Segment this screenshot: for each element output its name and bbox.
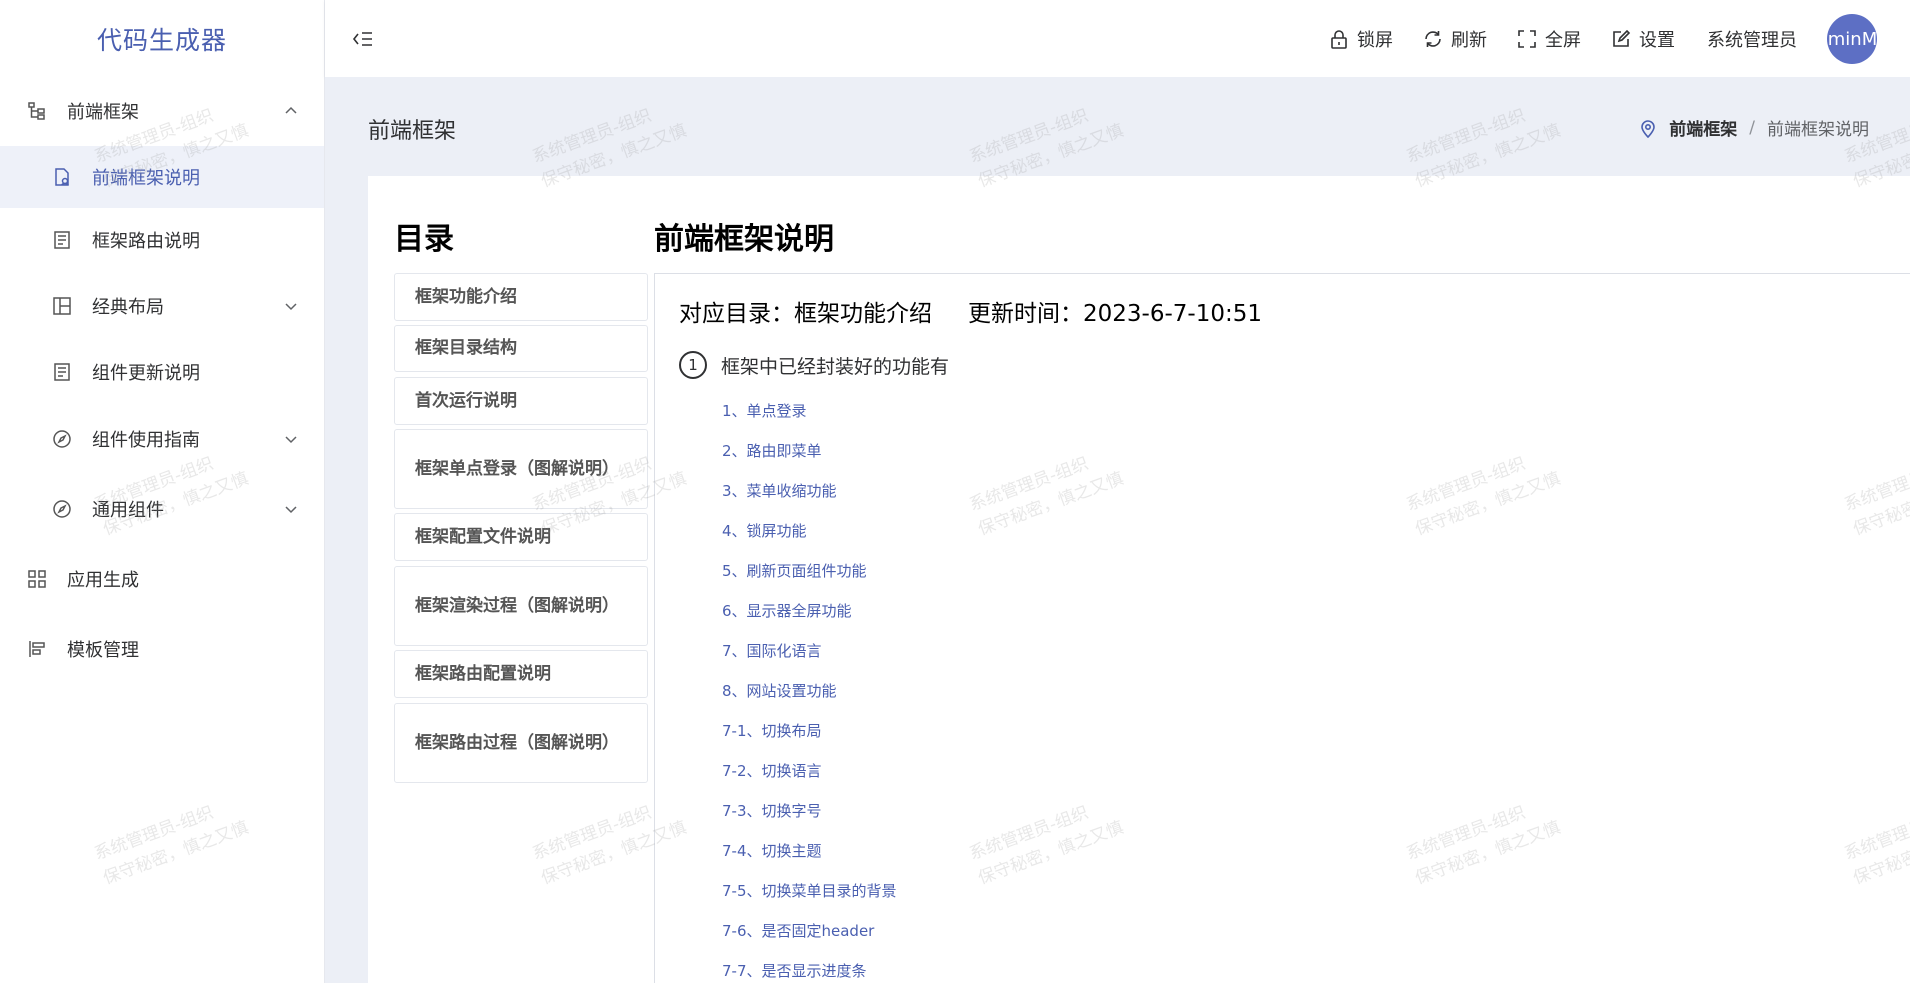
doc-title: 前端框架说明 bbox=[654, 222, 834, 257]
breadcrumb-item-current: 前端框架说明 bbox=[1767, 120, 1869, 140]
sidebar-item-app-generation[interactable]: 应用生成 bbox=[0, 548, 324, 610]
compass-icon bbox=[51, 498, 73, 520]
sidebar-item-label: 前端框架说明 bbox=[92, 168, 200, 189]
toc-item[interactable]: 框架路由过程（图解说明） bbox=[394, 703, 648, 783]
feature-item[interactable]: 7-5、切换菜单目录的背景 bbox=[722, 880, 897, 901]
layout-icon bbox=[51, 295, 73, 317]
sidebar-item-router-doc[interactable]: 框架路由说明 bbox=[0, 209, 324, 271]
document-user-icon bbox=[51, 166, 73, 188]
document-list-icon bbox=[51, 229, 73, 251]
breadcrumb: 前端框架 / 前端框架说明 bbox=[1639, 115, 1869, 140]
refresh-icon bbox=[1422, 28, 1444, 50]
settings-button[interactable]: 设置 bbox=[1610, 22, 1675, 56]
toc-item[interactable]: 框架单点登录（图解说明） bbox=[394, 429, 648, 509]
tree-icon bbox=[26, 100, 48, 122]
doc-updated-time: 更新时间：2023-6-7-10:51 bbox=[968, 301, 1262, 327]
lock-screen-label: 锁屏 bbox=[1357, 30, 1393, 51]
sidebar-item-label: 组件使用指南 bbox=[92, 430, 200, 451]
feature-item[interactable]: 6、显示器全屏功能 bbox=[722, 600, 852, 621]
settings-label: 设置 bbox=[1639, 30, 1675, 51]
sidebar-item-label: 应用生成 bbox=[67, 570, 139, 591]
feature-item[interactable]: 7、国际化语言 bbox=[722, 640, 822, 661]
avatar[interactable]: AdminMan bbox=[1827, 14, 1877, 64]
toc-item[interactable]: 框架功能介绍 bbox=[394, 273, 648, 321]
grid-icon bbox=[26, 568, 48, 590]
lock-icon bbox=[1328, 28, 1350, 50]
sidebar-item-frontend-framework-doc[interactable]: 前端框架说明 bbox=[0, 146, 324, 208]
toc-item[interactable]: 框架配置文件说明 bbox=[394, 513, 648, 561]
compass-icon bbox=[51, 428, 73, 450]
chevron-down-icon bbox=[282, 430, 300, 448]
sidebar-item-label: 模板管理 bbox=[67, 640, 139, 661]
toc-item[interactable]: 框架目录结构 bbox=[394, 325, 648, 372]
feature-item[interactable]: 1、单点登录 bbox=[722, 400, 807, 421]
doc-body: 对应目录：框架功能介绍 更新时间：2023-6-7-10:51 1 框架中已经封装… bbox=[654, 273, 1910, 983]
username-label: 系统管理员 bbox=[1707, 30, 1797, 51]
doc-catalog: 对应目录：框架功能介绍 bbox=[679, 301, 932, 327]
location-pin-icon bbox=[1639, 118, 1659, 138]
section-number-icon: 1 bbox=[679, 351, 707, 379]
page-title: 前端框架 bbox=[368, 119, 457, 144]
sidebar-item-common-components[interactable]: 通用组件 bbox=[0, 478, 324, 540]
sidebar-item-label: 框架路由说明 bbox=[92, 231, 200, 252]
document-list-icon bbox=[51, 361, 73, 383]
toc-item[interactable]: 框架路由配置说明 bbox=[394, 650, 648, 698]
feature-item[interactable]: 7-4、切换主题 bbox=[722, 840, 822, 861]
main-content: 前端框架 前端框架 / 前端框架说明 目录 框架功能介绍 框架目录结构 首次运行… bbox=[325, 77, 1910, 983]
sidebar-item-template-management[interactable]: 模板管理 bbox=[0, 618, 324, 680]
sidebar-item-label: 前端框架 bbox=[67, 102, 139, 123]
toc-title: 目录 bbox=[394, 222, 454, 257]
breadcrumb-separator: / bbox=[1749, 117, 1755, 138]
feature-item[interactable]: 2、路由即菜单 bbox=[722, 440, 822, 461]
avatar-text: AdminMan bbox=[1827, 28, 1877, 50]
doc-meta: 对应目录：框架功能介绍 更新时间：2023-6-7-10:51 bbox=[679, 294, 1262, 328]
chevron-down-icon bbox=[282, 297, 300, 315]
content-card: 目录 框架功能介绍 框架目录结构 首次运行说明 框架单点登录（图解说明） 框架配… bbox=[368, 176, 1910, 983]
refresh-label: 刷新 bbox=[1451, 30, 1487, 51]
refresh-button[interactable]: 刷新 bbox=[1422, 22, 1487, 56]
feature-item[interactable]: 7-7、是否显示进度条 bbox=[722, 960, 867, 981]
fullscreen-icon bbox=[1516, 28, 1538, 50]
sidebar: 代码生成器 前端框架 前端框架说明 框架路由说明 经典布局 组件更新说明 组件使… bbox=[0, 0, 325, 983]
feature-item[interactable]: 3、菜单收缩功能 bbox=[722, 480, 837, 501]
app-logo-title[interactable]: 代码生成器 bbox=[0, 0, 324, 77]
sidebar-item-classic-layout[interactable]: 经典布局 bbox=[0, 275, 324, 337]
sidebar-item-component-updates[interactable]: 组件更新说明 bbox=[0, 341, 324, 403]
toc-item[interactable]: 首次运行说明 bbox=[394, 377, 648, 425]
username-menu[interactable]: 系统管理员 bbox=[1707, 22, 1797, 56]
feature-item[interactable]: 7-2、切换语言 bbox=[722, 760, 822, 781]
section-title: 框架中已经封装好的功能有 bbox=[721, 355, 950, 378]
toc-item[interactable]: 框架渲染过程（图解说明） bbox=[394, 566, 648, 646]
sidebar-item-label: 经典布局 bbox=[92, 297, 164, 318]
collapse-menu-icon[interactable] bbox=[351, 27, 375, 51]
sidebar-item-component-guide[interactable]: 组件使用指南 bbox=[0, 408, 324, 470]
feature-item[interactable]: 5、刷新页面组件功能 bbox=[722, 560, 867, 581]
lock-screen-button[interactable]: 锁屏 bbox=[1328, 22, 1393, 56]
edit-icon bbox=[1610, 28, 1632, 50]
sidebar-item-label: 组件更新说明 bbox=[92, 363, 200, 384]
feature-item[interactable]: 7-3、切换字号 bbox=[722, 800, 822, 821]
top-header: 锁屏 刷新 全屏 设置 系统管理员 AdminMan bbox=[325, 0, 1910, 77]
chevron-down-icon bbox=[282, 500, 300, 518]
breadcrumb-item[interactable]: 前端框架 bbox=[1669, 115, 1737, 140]
feature-item[interactable]: 4、锁屏功能 bbox=[722, 520, 807, 541]
sidebar-item-frontend-framework[interactable]: 前端框架 bbox=[0, 80, 324, 142]
feature-item[interactable]: 8、网站设置功能 bbox=[722, 680, 837, 701]
section-heading: 1 框架中已经封装好的功能有 bbox=[679, 351, 949, 379]
feature-item[interactable]: 7-1、切换布局 bbox=[722, 720, 822, 741]
template-icon bbox=[26, 638, 48, 660]
sidebar-item-label: 通用组件 bbox=[92, 500, 164, 521]
fullscreen-button[interactable]: 全屏 bbox=[1516, 22, 1581, 56]
chevron-up-icon bbox=[282, 102, 300, 120]
fullscreen-label: 全屏 bbox=[1545, 30, 1581, 51]
feature-item[interactable]: 7-6、是否固定header bbox=[722, 920, 874, 941]
